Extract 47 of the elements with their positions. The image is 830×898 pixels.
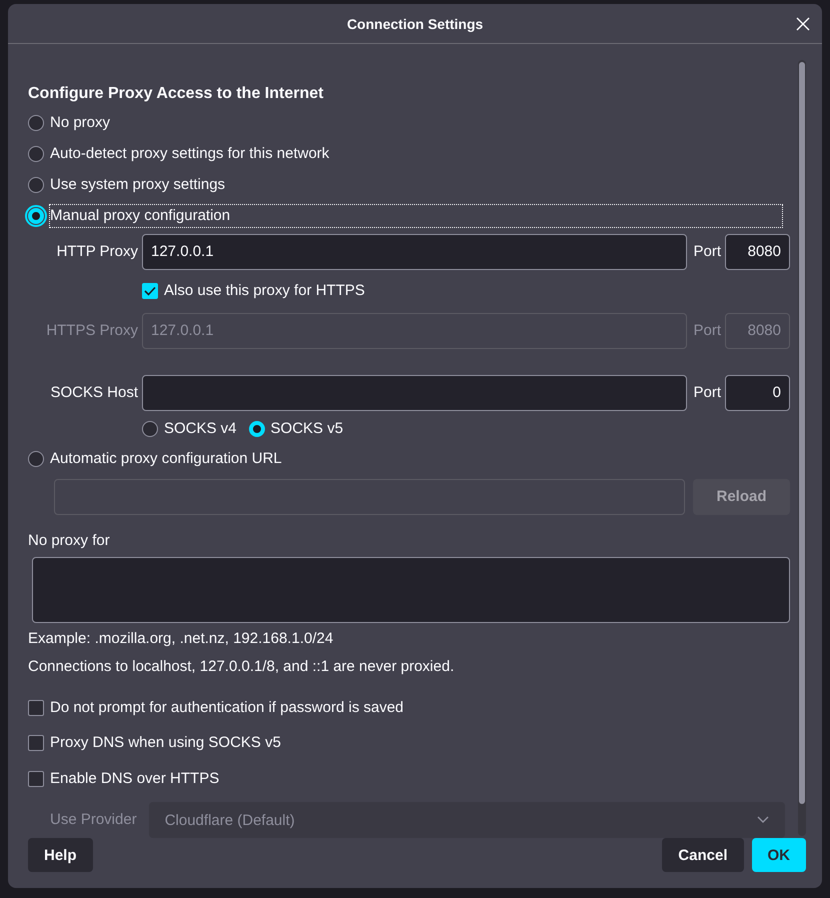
radio-button[interactable]: [28, 177, 44, 194]
help-button[interactable]: Help: [28, 838, 93, 872]
radio-button[interactable]: [28, 146, 44, 162]
checkbox-label[interactable]: Proxy DNS when using SOCKS v5: [50, 732, 281, 754]
host-field[interactable]: 127.0.0.1: [142, 234, 687, 270]
hint-text: Example: .mozilla.org, .net.nz, 192.168.1.0/24: [28, 628, 334, 649]
radio-label[interactable]: SOCKS v5: [270, 418, 344, 440]
port-label: Port: [692, 243, 721, 260]
radio-label[interactable]: SOCKS v4: [164, 418, 237, 440]
provider-dropdown[interactable]: Cloudflare (Default): [148, 802, 785, 838]
ok-button[interactable]: OK: [752, 838, 806, 872]
checkbox[interactable]: [28, 771, 44, 788]
field-label: HTTP Proxy: [56, 243, 138, 260]
field-label: Use Provider: [50, 810, 137, 830]
checkbox-label[interactable]: Also use this proxy for HTTPS: [164, 280, 365, 302]
hint-text: Connections to localhost, 127.0.0.1/8, and ::1 are never proxied.: [28, 656, 454, 677]
radio-label[interactable]: Manual proxy configuration: [50, 205, 782, 228]
radio-button[interactable]: [28, 208, 44, 224]
field-label: SOCKS Host: [49, 384, 138, 402]
field-label: HTTPS Proxy: [45, 322, 138, 340]
checkbox[interactable]: [28, 735, 44, 752]
radio-button[interactable]: [28, 451, 44, 468]
radio-label[interactable]: Automatic proxy configuration URL: [50, 448, 282, 470]
host-field[interactable]: [142, 374, 687, 411]
url-field[interactable]: [54, 478, 685, 515]
checkbox-label[interactable]: Do not prompt for authentication if password is saved: [50, 696, 404, 719]
scrollbar[interactable]: [798, 60, 806, 836]
radio-label[interactable]: Auto-detect proxy settings for this network: [50, 143, 330, 166]
port-label: Port: [692, 322, 721, 340]
radio-label[interactable]: No proxy: [50, 112, 110, 134]
port-field[interactable]: 8080: [725, 234, 790, 270]
checkbox[interactable]: [142, 283, 158, 300]
section-heading: Configure Proxy Access to the Internet: [28, 84, 324, 104]
radio-button[interactable]: [142, 421, 158, 438]
radio-button[interactable]: [28, 115, 44, 132]
dialog-title: Connection Settings: [346, 16, 484, 32]
checkbox[interactable]: [28, 700, 44, 716]
port-field[interactable]: 0: [725, 374, 790, 411]
checkbox-label[interactable]: Enable DNS over HTTPS: [50, 768, 220, 790]
close-icon[interactable]: [796, 17, 810, 31]
port-label: Port: [692, 384, 721, 402]
cancel-button[interactable]: Cancel: [662, 838, 744, 872]
radio-label[interactable]: Use system proxy settings: [50, 174, 226, 196]
radio-button[interactable]: [248, 421, 265, 438]
field-label: No proxy for: [28, 531, 110, 552]
chevron-icon: [757, 816, 769, 824]
no-proxy-field[interactable]: [32, 556, 790, 623]
